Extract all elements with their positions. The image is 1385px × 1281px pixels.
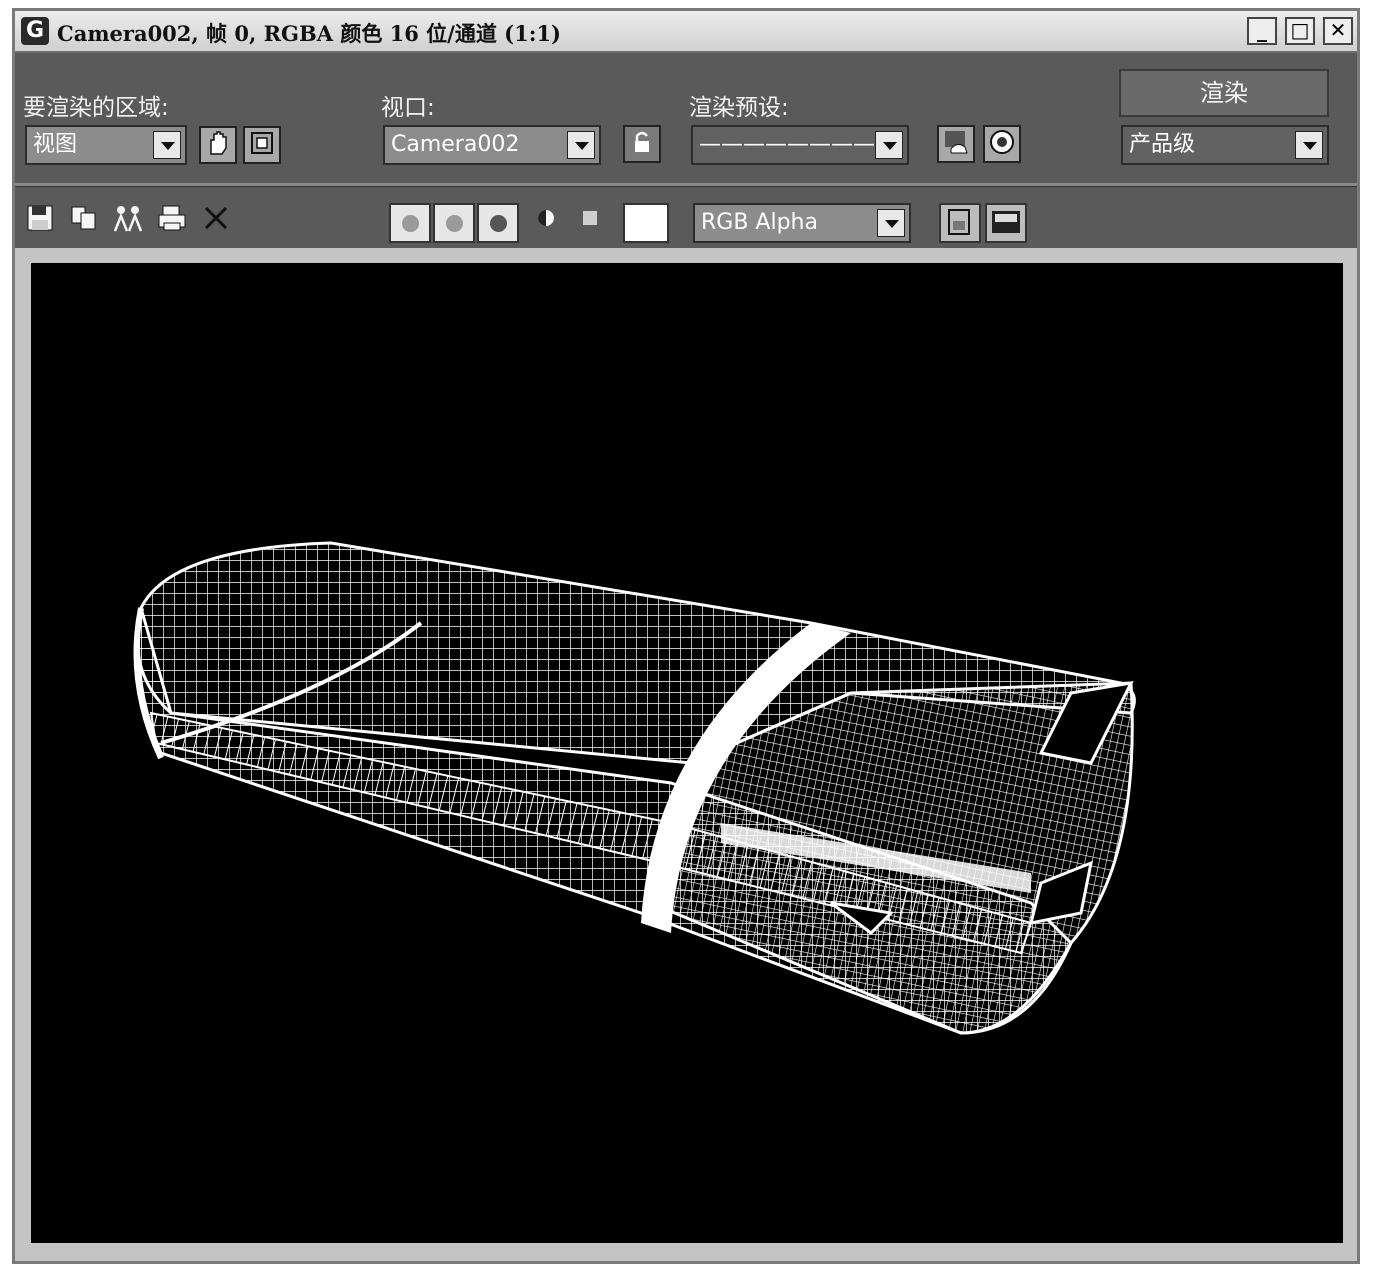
render-level-dropdown[interactable]: 产品级 bbox=[1121, 125, 1329, 165]
hand-icon[interactable] bbox=[199, 126, 237, 164]
chevron-down-icon[interactable] bbox=[1295, 131, 1323, 159]
minimize-button[interactable]: _ bbox=[1247, 17, 1277, 45]
chevron-down-icon[interactable] bbox=[877, 209, 905, 237]
split-a-icon[interactable] bbox=[939, 203, 981, 243]
render-preset-value: ———————— bbox=[699, 132, 875, 157]
teapot-icon[interactable] bbox=[937, 125, 975, 163]
clear-icon[interactable] bbox=[199, 203, 233, 237]
color-swatch-icon[interactable] bbox=[623, 203, 669, 243]
viewport-dropdown[interactable]: Camera002 bbox=[383, 125, 601, 165]
viewport-value: Camera002 bbox=[391, 132, 520, 157]
print-icon[interactable] bbox=[155, 203, 189, 237]
area-to-render-value: 视图 bbox=[33, 132, 78, 157]
clone-icon[interactable] bbox=[983, 125, 1021, 163]
people-icon[interactable] bbox=[111, 203, 145, 237]
render-level-value: 产品级 bbox=[1129, 132, 1196, 157]
area-to-render-dropdown[interactable]: 视图 bbox=[25, 125, 187, 165]
window-title: Camera002, 帧 0, RGBA 颜色 16 位/通道 (1:1) bbox=[57, 21, 561, 46]
render-preset-label: 渲染预设: bbox=[689, 95, 789, 121]
chevron-down-icon[interactable] bbox=[567, 131, 595, 159]
region-icon[interactable] bbox=[243, 126, 281, 164]
mono-icon[interactable] bbox=[573, 203, 607, 237]
split-b-icon[interactable] bbox=[985, 203, 1027, 243]
green-channel-icon[interactable] bbox=[433, 203, 475, 243]
maximize-button[interactable]: □ bbox=[1285, 17, 1315, 45]
area-to-render-label: 要渲染的区域: bbox=[23, 95, 169, 121]
toolbar-divider bbox=[15, 183, 1357, 187]
render-preset-dropdown[interactable]: ———————— bbox=[691, 125, 909, 165]
copy-icon[interactable] bbox=[67, 203, 101, 237]
app-icon[interactable]: G bbox=[21, 17, 49, 45]
chevron-down-icon[interactable] bbox=[153, 131, 181, 159]
viewport-label: 视口: bbox=[381, 95, 435, 121]
alpha-icon[interactable] bbox=[529, 203, 563, 237]
lock-icon[interactable] bbox=[623, 125, 661, 163]
render-button[interactable]: 渲染 bbox=[1119, 69, 1329, 117]
close-button[interactable]: ✕ bbox=[1323, 17, 1353, 45]
blue-channel-icon[interactable] bbox=[477, 203, 519, 243]
save-icon[interactable] bbox=[23, 203, 57, 237]
chevron-down-icon[interactable] bbox=[875, 131, 903, 159]
channel-display-dropdown[interactable]: RGB Alpha bbox=[693, 203, 911, 243]
wireframe-render-image bbox=[133, 541, 1136, 1035]
channel-display-value: RGB Alpha bbox=[701, 210, 818, 235]
rendered-frame-window: G Camera002, 帧 0, RGBA 颜色 16 位/通道 (1:1) … bbox=[12, 8, 1360, 1264]
title-bar[interactable]: G Camera002, 帧 0, RGBA 颜色 16 位/通道 (1:1) … bbox=[15, 11, 1357, 53]
red-channel-icon[interactable] bbox=[389, 203, 431, 243]
render-viewport[interactable] bbox=[31, 263, 1343, 1243]
